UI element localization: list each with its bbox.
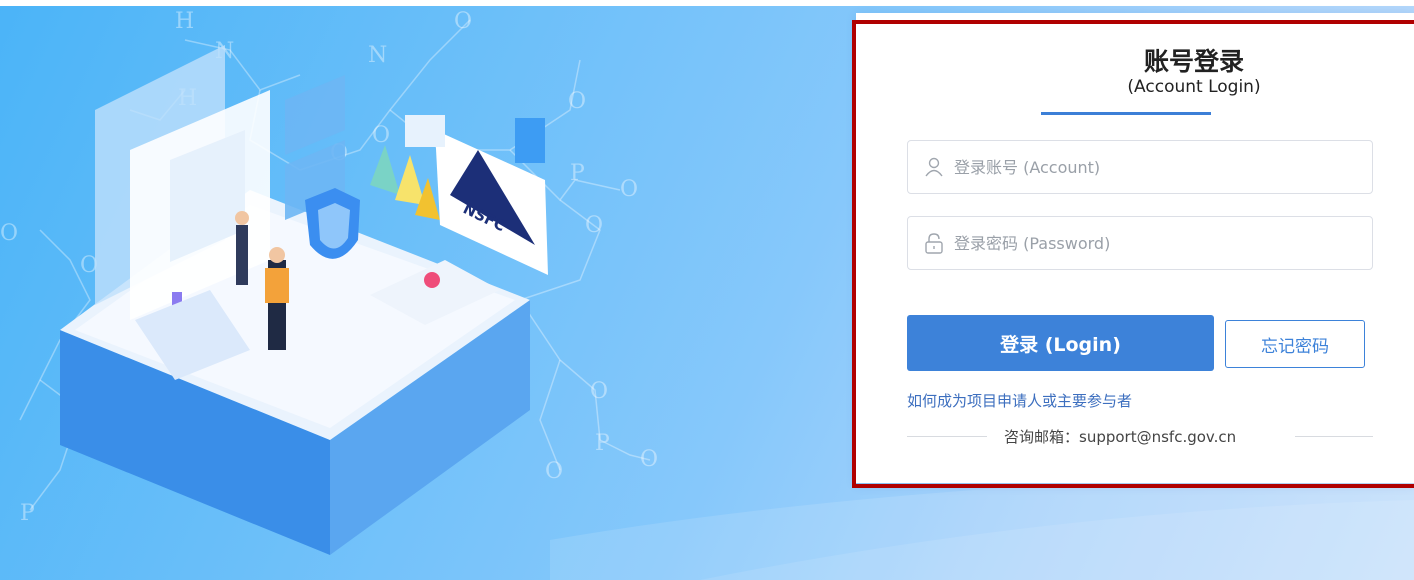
how-to-become-applicant-link[interactable]: 如何成为项目申请人或主要参与者 (907, 390, 1132, 411)
user-icon (922, 155, 946, 179)
contact-divider-right (1295, 436, 1373, 437)
title-underline (1041, 112, 1211, 115)
lock-icon (922, 231, 946, 255)
login-title: 账号登录 (1143, 47, 1244, 76)
password-field[interactable] (907, 216, 1373, 270)
password-input[interactable] (954, 217, 1372, 269)
login-button[interactable]: 登录 (Login) (907, 315, 1214, 371)
contact-email: 咨询邮箱：support@nsfc.gov.cn (1004, 428, 1237, 446)
forgot-password-button[interactable]: 忘记密码 (1225, 320, 1365, 368)
contact-divider-left (907, 436, 987, 437)
login-subtitle: (Account Login) (1127, 77, 1261, 97)
account-input[interactable] (954, 141, 1372, 193)
account-field[interactable] (907, 140, 1373, 194)
